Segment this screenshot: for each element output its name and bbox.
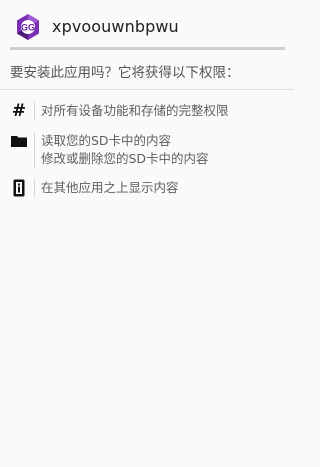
section-divider xyxy=(0,89,294,90)
permission-text-read: 读取您的SD卡中的内容 xyxy=(41,133,172,148)
phone-info-icon xyxy=(10,179,28,197)
install-permissions-screen: GG xpvoouwnbpwu 要安装此应用吗？它将获得以下权限： # 对所有设… xyxy=(0,0,294,467)
gg-app-icon: GG xyxy=(15,13,41,41)
permission-separator xyxy=(34,102,35,120)
permission-separator xyxy=(34,132,35,168)
permission-item-full-access: # 对所有设备功能和存储的完整权限 xyxy=(0,100,294,124)
app-name: xpvoouwnbpwu xyxy=(52,17,179,36)
app-header: GG xpvoouwnbpwu xyxy=(0,0,294,50)
permission-item-overlay: 在其他应用之上显示内容 xyxy=(0,178,294,202)
hash-icon: # xyxy=(11,101,27,121)
permission-item-sd-card: 读取您的SD卡中的内容 修改或删除您的SD卡中的内容 xyxy=(0,130,294,170)
folder-icon xyxy=(10,132,28,150)
permission-text-modify: 修改或删除您的SD卡中的内容 xyxy=(41,151,209,166)
permission-separator xyxy=(34,179,35,197)
permission-text: 对所有设备功能和存储的完整权限 xyxy=(41,103,229,118)
svg-text:GG: GG xyxy=(21,23,35,33)
permission-text: 在其他应用之上显示内容 xyxy=(41,180,179,195)
header-divider xyxy=(10,47,285,50)
install-prompt: 要安装此应用吗？它将获得以下权限： xyxy=(10,65,240,81)
